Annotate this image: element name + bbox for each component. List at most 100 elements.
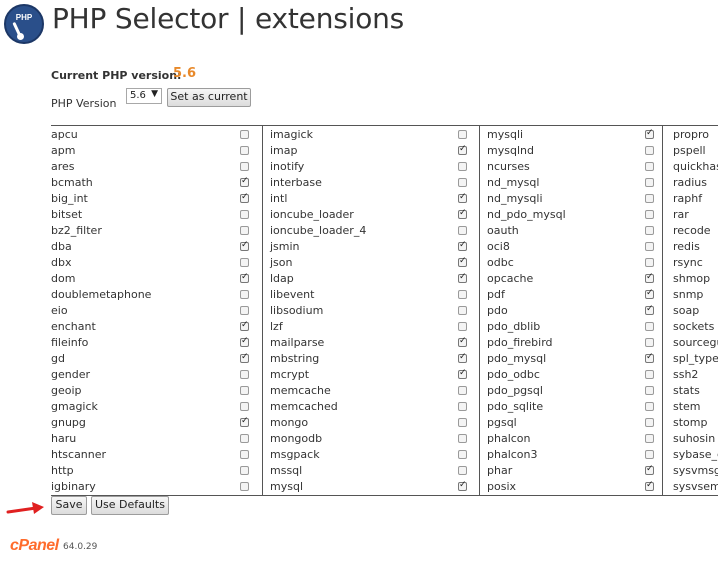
extension-checkbox[interactable] [645,162,654,171]
extension-name: oci8 [487,240,510,253]
extension-checkbox[interactable] [645,386,654,395]
current-version-value: 5.6 [173,66,197,81]
extension-checkbox[interactable] [645,304,654,315]
extension-row: mysqlnd [480,143,658,159]
extension-checkbox[interactable] [645,352,654,363]
extension-name: nd_pdo_mysql [487,208,566,221]
extension-checkbox[interactable] [645,370,654,379]
extension-checkbox[interactable] [240,402,249,411]
extension-checkbox[interactable] [240,258,249,267]
extension-checkbox[interactable] [645,194,654,203]
extension-checkbox[interactable] [645,338,654,347]
extension-checkbox[interactable] [240,386,249,395]
extension-checkbox[interactable] [240,320,249,331]
extension-checkbox[interactable] [645,402,654,411]
extension-row: pdo_pgsql [480,383,658,399]
extension-checkbox[interactable] [645,272,654,283]
extension-name: pdo [487,304,508,317]
extension-checkbox[interactable] [458,178,467,187]
extension-checkbox[interactable] [645,480,654,491]
extension-checkbox[interactable] [645,258,654,267]
extension-name: posix [487,480,517,493]
extension-checkbox[interactable] [458,290,467,299]
extension-row: quickhas [663,159,718,175]
extension-checkbox[interactable] [458,418,467,427]
extension-checkbox[interactable] [458,162,467,171]
extension-name: pdo_mysql [487,352,547,365]
extension-checkbox[interactable] [240,272,249,283]
extension-checkbox[interactable] [458,256,467,267]
extension-row: gmagick [51,399,257,415]
extension-row: igbinary [51,479,257,495]
php-version-select[interactable]: 5.6 ▼ [126,88,162,104]
extension-checkbox[interactable] [240,482,249,491]
extension-name: enchant [51,320,96,333]
use-defaults-button[interactable]: Use Defaults [91,496,169,515]
extension-checkbox[interactable] [240,370,249,379]
extension-checkbox[interactable] [645,322,654,331]
extension-checkbox[interactable] [240,240,249,251]
extension-name: json [270,256,293,269]
extension-checkbox[interactable] [240,434,249,443]
extension-checkbox[interactable] [240,176,249,187]
extension-checkbox[interactable] [458,322,467,331]
extension-row: oauth [480,223,658,239]
extension-checkbox[interactable] [240,306,249,315]
extension-checkbox[interactable] [240,466,249,475]
extension-checkbox[interactable] [645,418,654,427]
extension-checkbox[interactable] [645,178,654,187]
extension-checkbox[interactable] [458,240,467,251]
set-as-current-button[interactable]: Set as current [167,88,251,107]
extension-checkbox[interactable] [240,352,249,363]
extension-row: lzf [263,319,469,335]
extension-checkbox[interactable] [240,226,249,235]
extension-name: ncurses [487,160,530,173]
extension-checkbox[interactable] [458,144,467,155]
extension-checkbox[interactable] [458,368,467,379]
extension-checkbox[interactable] [240,450,249,459]
extension-checkbox[interactable] [458,226,467,235]
extension-checkbox[interactable] [240,336,249,347]
extension-checkbox[interactable] [458,336,467,347]
extension-checkbox[interactable] [458,272,467,283]
extension-checkbox[interactable] [645,146,654,155]
extension-checkbox[interactable] [458,434,467,443]
extension-checkbox[interactable] [645,226,654,235]
extension-checkbox[interactable] [240,290,249,299]
extension-checkbox[interactable] [458,306,467,315]
extension-row: mailparse [263,335,469,351]
extension-checkbox[interactable] [645,450,654,459]
extension-checkbox[interactable] [458,208,467,219]
extension-name: radius [673,176,708,189]
extension-checkbox[interactable] [458,386,467,395]
extension-checkbox[interactable] [240,210,249,219]
extension-checkbox[interactable] [645,464,654,475]
extension-row: ssh2 [663,367,718,383]
extension-checkbox[interactable] [458,466,467,475]
extension-row: oci8 [480,239,658,255]
extension-row: dba [51,239,257,255]
extension-checkbox[interactable] [240,130,249,139]
extension-checkbox[interactable] [240,162,249,171]
extension-checkbox[interactable] [240,192,249,203]
extension-checkbox[interactable] [645,288,654,299]
extension-checkbox[interactable] [240,146,249,155]
extension-checkbox[interactable] [645,242,654,251]
extension-checkbox[interactable] [645,434,654,443]
extension-checkbox[interactable] [458,450,467,459]
extension-checkbox[interactable] [458,130,467,139]
extension-checkbox[interactable] [458,480,467,491]
extension-name: soap [673,304,700,317]
extension-checkbox[interactable] [240,416,249,427]
extension-checkbox[interactable] [458,352,467,363]
save-button[interactable]: Save [51,496,87,515]
current-version-label: Current PHP version: [51,69,182,82]
extension-name: dbx [51,256,72,269]
extension-checkbox[interactable] [645,128,654,139]
extension-checkbox[interactable] [458,402,467,411]
extension-checkbox[interactable] [458,192,467,203]
extension-row: bcmath [51,175,257,191]
extension-row: snmp [663,287,718,303]
extension-checkbox[interactable] [645,210,654,219]
extension-name: bz2_filter [51,224,102,237]
